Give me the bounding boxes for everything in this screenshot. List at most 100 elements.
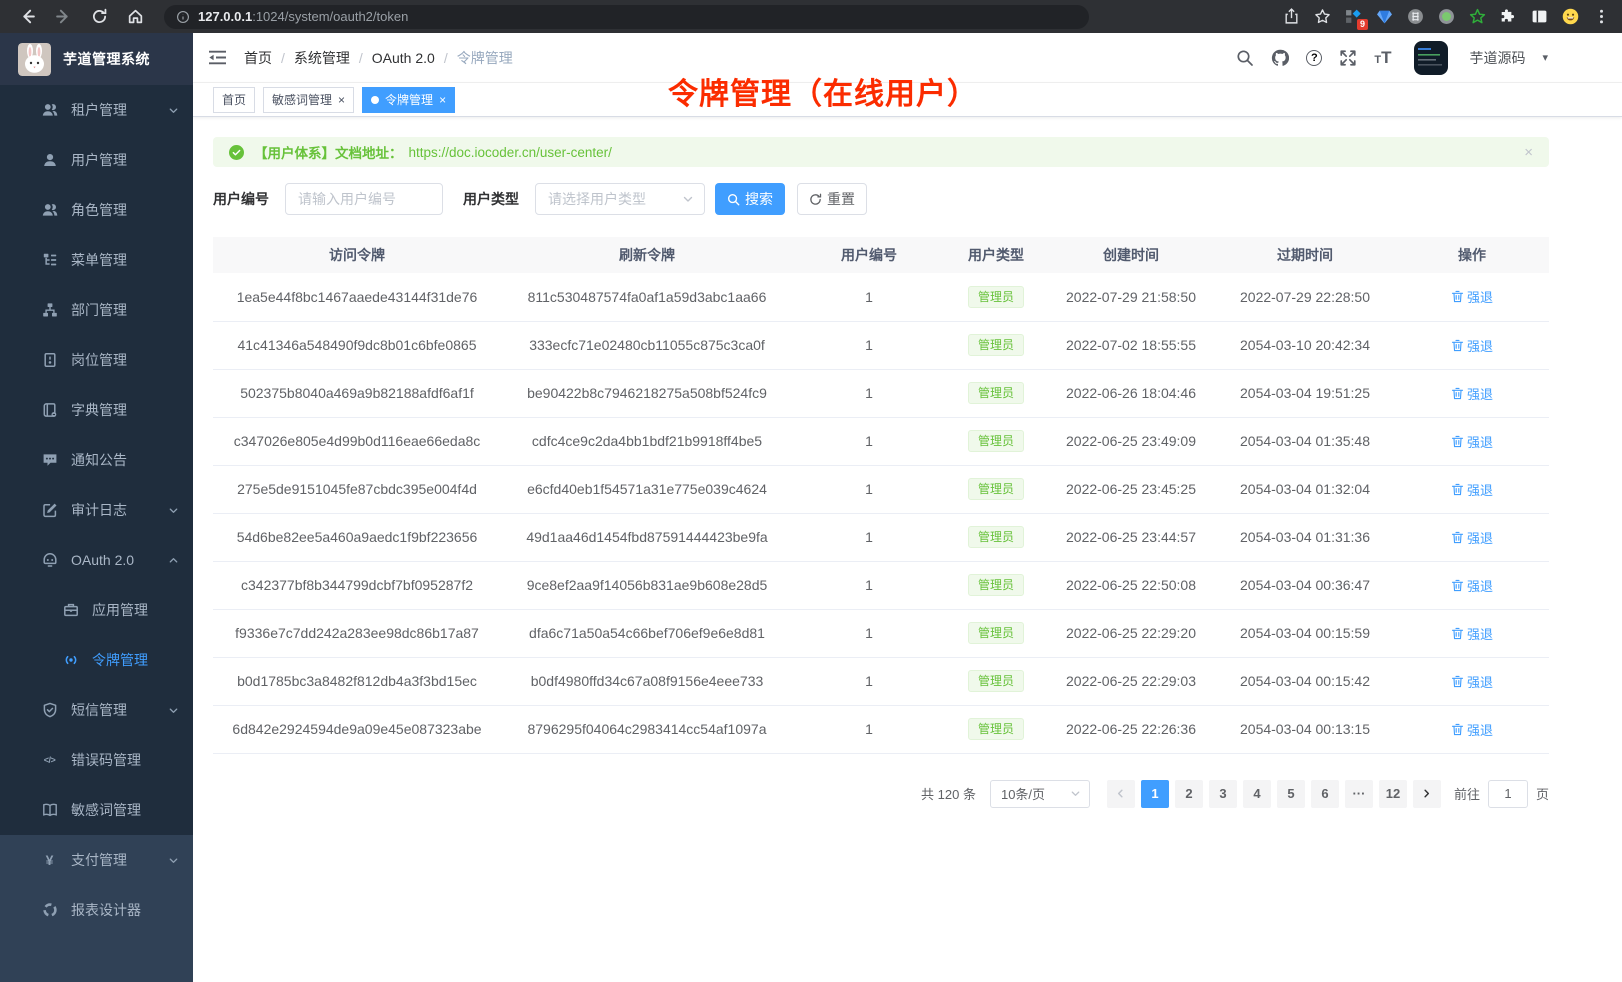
force-logout-button[interactable]: 强退	[1451, 576, 1493, 595]
breadcrumb-item[interactable]: 系统管理	[294, 48, 350, 68]
sidebar-item-sms[interactable]: 短信管理	[0, 685, 193, 735]
github-icon[interactable]	[1271, 49, 1289, 67]
actions-cell: 强退	[1395, 417, 1549, 465]
pagination-page-3[interactable]: 3	[1209, 780, 1237, 808]
create-time-cell: 2022-06-25 23:49:09	[1047, 417, 1215, 465]
refresh-token-cell: e6cfd40eb1f54571a31e775e039c4624	[501, 465, 793, 513]
tab-sensitive-word[interactable]: 敏感词管理×	[263, 87, 354, 113]
sidebar-item-dict[interactable]: 字典管理	[0, 385, 193, 435]
breadcrumb-item[interactable]: 首页	[244, 48, 272, 68]
sidebar-item-menu[interactable]: 菜单管理	[0, 235, 193, 285]
address-bar[interactable]: 127.0.0.1:1024/system/oauth2/token	[164, 5, 1089, 29]
force-logout-button[interactable]: 强退	[1451, 432, 1493, 451]
sidebar-item-label: 部门管理	[71, 300, 127, 320]
pagination-more[interactable]: ···	[1345, 780, 1373, 808]
sidebar-item-label: 审计日志	[71, 500, 127, 520]
tab-close-icon[interactable]: ×	[439, 94, 446, 106]
pagination-page-12[interactable]: 12	[1379, 780, 1407, 808]
sidebar-item-error-code[interactable]: </>错误码管理	[0, 735, 193, 785]
edit-icon	[41, 502, 58, 519]
chevron-down-icon	[168, 855, 179, 866]
user-avatar[interactable]	[1414, 41, 1448, 75]
sidebar-toggle-icon[interactable]	[208, 48, 228, 68]
side-panel-icon[interactable]	[1531, 8, 1548, 25]
reload-icon[interactable]	[84, 4, 114, 30]
sidebar-item-report-designer[interactable]: 报表设计器	[0, 885, 193, 935]
force-logout-button[interactable]: 强退	[1451, 624, 1493, 643]
doc-link[interactable]: https://doc.iocoder.cn/user-center/	[409, 145, 612, 160]
refresh-token-cell: b0df4980ffd34c67a08f9156e4eee733	[501, 657, 793, 705]
sidebar-item-sensitive-word[interactable]: 敏感词管理	[0, 785, 193, 835]
pagination-page-1[interactable]: 1	[1141, 780, 1169, 808]
sidebar-item-label: 菜单管理	[71, 250, 127, 270]
sidebar-item-role[interactable]: 角色管理	[0, 185, 193, 235]
gray-circle-extension-icon[interactable]	[1407, 8, 1424, 25]
share-icon[interactable]	[1283, 8, 1300, 25]
reset-button[interactable]: 重置	[797, 183, 867, 215]
sidebar-item-oauth2-app[interactable]: 应用管理	[0, 585, 193, 635]
site-info-icon[interactable]	[176, 10, 190, 24]
breadcrumb-item[interactable]: OAuth 2.0	[372, 50, 435, 66]
help-icon[interactable]: ?	[1306, 50, 1322, 66]
next-page-button[interactable]	[1413, 780, 1441, 808]
app-logo-bar[interactable]: 芋道管理系统	[0, 33, 193, 85]
back-icon[interactable]	[12, 4, 42, 30]
tags-view-bar: 首页敏感词管理× 令牌管理×	[193, 83, 1622, 117]
tab-close-icon[interactable]: ×	[338, 94, 345, 106]
prev-page-button[interactable]	[1107, 780, 1135, 808]
force-logout-button[interactable]: 强退	[1451, 336, 1493, 355]
search-button[interactable]: 搜索	[715, 183, 785, 215]
font-size-icon[interactable]: TT	[1374, 49, 1391, 66]
force-logout-button[interactable]: 强退	[1451, 672, 1493, 691]
sidebar-item-post[interactable]: 岗位管理	[0, 335, 193, 385]
sidebar-item-tenant[interactable]: 租户管理	[0, 85, 193, 135]
force-logout-label: 强退	[1467, 432, 1493, 451]
fullscreen-icon[interactable]	[1339, 49, 1357, 67]
sidebar-item-user[interactable]: 用户管理	[0, 135, 193, 185]
search-icon[interactable]	[1236, 49, 1254, 67]
sidebar-item-oauth2-token[interactable]: 令牌管理	[0, 635, 193, 685]
refresh-token-cell: cdfc4ce9c2da4bb1bdf21b9918ff4be5	[501, 417, 793, 465]
green-star-extension-icon[interactable]	[1469, 8, 1486, 25]
sidebar-item-oauth2[interactable]: OAuth 2.0	[0, 535, 193, 585]
access-token-cell: 41c41346a548490f9dc8b01c6bfe0865	[213, 321, 501, 369]
goto-page-input[interactable]	[1488, 780, 1528, 808]
user-id-input[interactable]	[285, 183, 443, 215]
browser-menu-icon[interactable]	[1593, 8, 1610, 25]
access-token-cell: 54d6be82ee5a460a9aedc1f9bf223656	[213, 513, 501, 561]
profile-avatar-icon[interactable]	[1562, 8, 1579, 25]
force-logout-button[interactable]: 强退	[1451, 287, 1493, 306]
pagination-page-6[interactable]: 6	[1311, 780, 1339, 808]
extension-grid-icon[interactable]: 9	[1345, 8, 1362, 25]
sidebar-item-audit-log[interactable]: 审计日志	[0, 485, 193, 535]
force-logout-button[interactable]: 强退	[1451, 720, 1493, 739]
sidebar-item-notice[interactable]: 通知公告	[0, 435, 193, 485]
gem-extension-icon[interactable]	[1376, 8, 1393, 25]
pagination-page-2[interactable]: 2	[1175, 780, 1203, 808]
home-icon[interactable]	[120, 4, 150, 30]
forward-icon[interactable]	[48, 4, 78, 30]
caret-down-icon[interactable]: ▾	[1542, 51, 1548, 64]
force-logout-button[interactable]: 强退	[1451, 384, 1493, 403]
force-logout-button[interactable]: 强退	[1451, 528, 1493, 547]
bookmark-star-icon[interactable]	[1314, 8, 1331, 25]
pagination-page-4[interactable]: 4	[1243, 780, 1271, 808]
tab-home[interactable]: 首页	[213, 87, 255, 113]
tab-token[interactable]: 令牌管理×	[362, 87, 455, 113]
table-row: 54d6be82ee5a460a9aedc1f9bf22365649d1aa46…	[213, 513, 1549, 561]
access-token-cell: b0d1785bc3a8482f812db4a3f3bd15ec	[213, 657, 501, 705]
expire-time-cell: 2054-03-04 00:15:59	[1215, 609, 1395, 657]
force-logout-button[interactable]: 强退	[1451, 480, 1493, 499]
pagination-page-5[interactable]: 5	[1277, 780, 1305, 808]
page-size-select[interactable]: 10条/页	[990, 780, 1090, 808]
alert-close-icon[interactable]: ×	[1524, 144, 1533, 161]
goto-suffix: 页	[1536, 784, 1549, 803]
username[interactable]: 芋道源码	[1469, 48, 1525, 68]
record-extension-icon[interactable]	[1438, 8, 1455, 25]
user-type-select[interactable]: 请选择用户类型	[535, 183, 705, 215]
sidebar-item-pay[interactable]: ¥支付管理	[0, 835, 193, 885]
breadcrumb-separator: /	[359, 50, 363, 66]
user-type-cell: 管理员	[945, 465, 1047, 513]
puzzle-extensions-icon[interactable]	[1500, 8, 1517, 25]
sidebar-item-dept[interactable]: 部门管理	[0, 285, 193, 335]
